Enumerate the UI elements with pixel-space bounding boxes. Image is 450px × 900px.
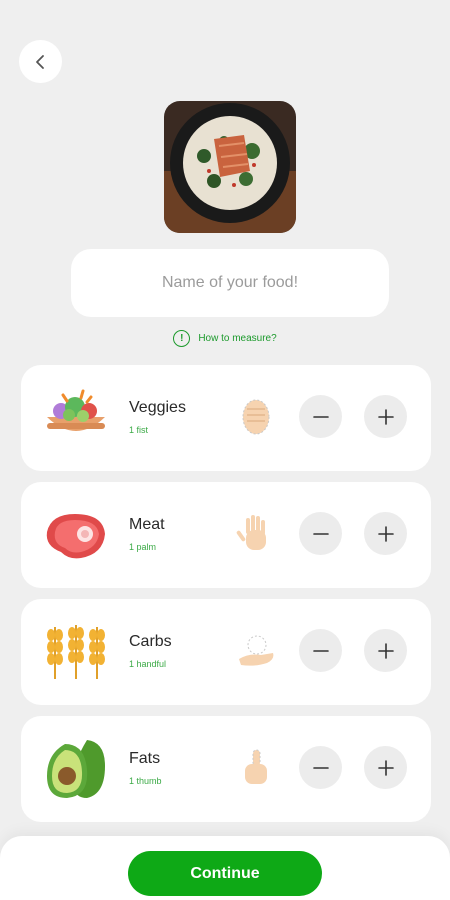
decrease-button[interactable] — [299, 746, 342, 789]
minus-icon — [312, 766, 329, 769]
food-photo — [164, 101, 296, 233]
food-group-name: Carbs — [129, 633, 172, 650]
info-icon: ! — [173, 330, 191, 347]
minus-icon — [312, 532, 329, 535]
food-group-portion: 1 thumb — [129, 776, 162, 786]
food-name-input[interactable] — [71, 249, 389, 317]
steak-icon — [46, 514, 105, 559]
chevron-left-icon — [35, 54, 44, 69]
continue-button[interactable]: Continue — [128, 851, 322, 896]
how-to-measure-link[interactable]: ! How to measure? — [0, 330, 450, 347]
increase-button[interactable] — [364, 629, 407, 672]
plus-icon — [377, 759, 394, 776]
food-group-name: Fats — [129, 750, 161, 767]
decrease-button[interactable] — [299, 512, 342, 555]
thumb-icon — [245, 749, 267, 784]
food-group-card-meat: Meat 1 palm — [21, 482, 431, 588]
how-to-measure-label: How to measure? — [198, 333, 277, 344]
increase-button[interactable] — [364, 395, 407, 438]
palm-icon — [236, 515, 266, 550]
increase-button[interactable] — [364, 512, 407, 555]
plus-icon — [377, 642, 394, 659]
food-group-card-carbs: Carbs 1 handful — [21, 599, 431, 705]
decrease-button[interactable] — [299, 395, 342, 438]
increase-button[interactable] — [364, 746, 407, 789]
food-name-field[interactable] — [71, 249, 389, 317]
food-group-name: Veggies — [129, 399, 186, 416]
back-button[interactable] — [19, 40, 62, 83]
fist-icon — [242, 399, 270, 435]
food-group-card-veggies: Veggies 1 fist — [21, 365, 431, 471]
plus-icon — [377, 408, 394, 425]
food-group-portion: 1 handful — [129, 659, 167, 669]
food-group-portion: 1 palm — [129, 542, 157, 552]
salad-bowl-icon — [47, 389, 105, 431]
plus-icon — [377, 525, 394, 542]
avocado-icon — [47, 740, 105, 798]
handful-icon — [239, 635, 274, 666]
food-group-name: Meat — [129, 516, 165, 533]
minus-icon — [312, 649, 329, 652]
wheat-icon — [47, 625, 105, 679]
minus-icon — [312, 415, 329, 418]
food-group-card-fats: Fats 1 thumb — [21, 716, 431, 822]
decrease-button[interactable] — [299, 629, 342, 672]
food-group-portion: 1 fist — [129, 425, 149, 435]
